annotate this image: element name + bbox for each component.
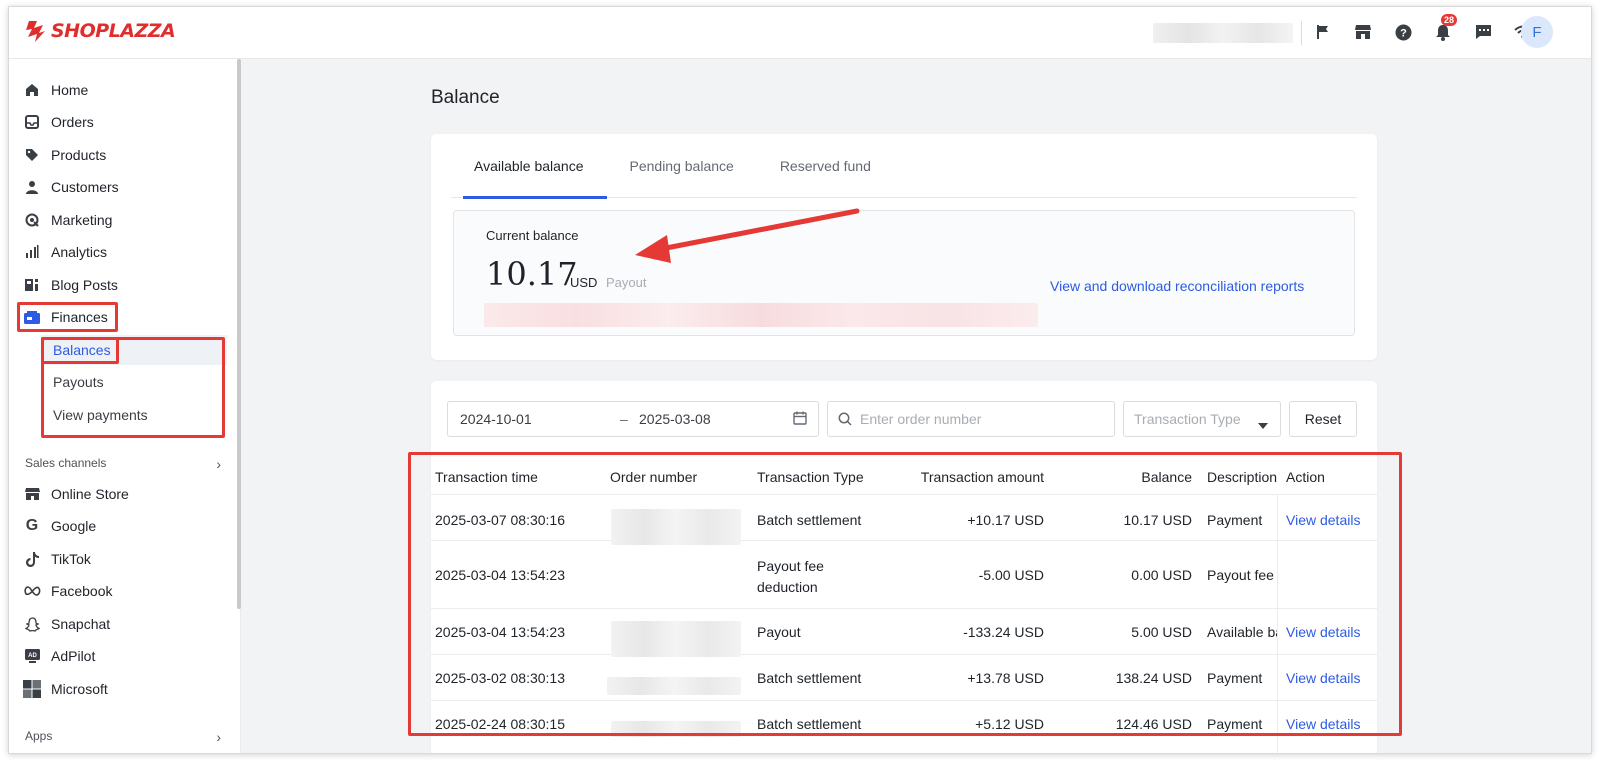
sidebar-item-facebook[interactable]: Facebook (9, 575, 229, 607)
sidebar-item-label: Online Store (51, 486, 129, 502)
balance-currency: USD (570, 275, 598, 290)
date-separator: – (620, 411, 628, 427)
bar-chart-icon (23, 243, 41, 261)
current-balance-amount: 10.17 (486, 255, 578, 293)
google-icon: G (25, 517, 39, 534)
payout-label[interactable]: Payout (606, 275, 646, 290)
app-window: SHOPLAZZA ? 28 F Home Orders Products Cu… (8, 6, 1592, 754)
home-icon (23, 81, 41, 99)
sidebar-item-marketing[interactable]: Marketing (9, 204, 229, 236)
store-icon[interactable] (1353, 21, 1373, 43)
sidebar-item-label: Microsoft (51, 681, 108, 697)
tag-icon (23, 146, 41, 164)
apps-label: Apps (25, 729, 53, 743)
transaction-type-placeholder: Transaction Type (1134, 411, 1241, 427)
current-balance-box: Current balance 10.17 USD Payout View an… (453, 210, 1355, 336)
store-name-redacted (1153, 23, 1293, 43)
transaction-type-select[interactable]: Transaction Type (1123, 401, 1281, 437)
sidebar-item-label: TikTok (51, 551, 91, 567)
sidebar-item-snapchat[interactable]: Snapchat (9, 608, 229, 640)
sidebar-item-label: Analytics (51, 244, 108, 260)
tab-pending-balance[interactable]: Pending balance (607, 134, 757, 198)
inbox-icon (23, 113, 41, 131)
chevron-right-icon: › (216, 456, 221, 472)
calendar-icon[interactable] (793, 411, 807, 428)
sidebar-item-label: Orders (51, 114, 94, 130)
sidebar-item-home[interactable]: Home (9, 74, 229, 106)
current-balance-label: Current balance (486, 228, 579, 243)
sidebar-item-tiktok[interactable]: TikTok (9, 543, 229, 575)
sidebar-item-adpilot[interactable]: AD AdPilot (9, 640, 229, 672)
sidebar-item-customers[interactable]: Customers (9, 171, 229, 203)
sidebar-item-label: Home (51, 82, 89, 98)
sidebar-item-online-store[interactable]: Online Store (9, 478, 229, 510)
annotation-arrow (635, 208, 860, 263)
store-icon (23, 485, 41, 503)
start-date[interactable]: 2024-10-01 (460, 411, 532, 427)
ghost-icon (23, 615, 41, 633)
search-placeholder: Enter order number (860, 411, 982, 427)
notification-badge: 28 (1441, 14, 1458, 26)
sidebar-item-google[interactable]: G Google (9, 510, 229, 542)
chevron-right-icon: › (216, 729, 221, 745)
brand-name: SHOPLAZZA (51, 20, 176, 42)
balance-tabs: Available balance Pending balance Reserv… (451, 134, 1357, 199)
tiktok-icon (23, 550, 41, 568)
sidebar-item-blog-posts[interactable]: Blog Posts (9, 269, 229, 301)
highlight-finance-submenu (41, 337, 225, 438)
svg-text:?: ? (1400, 27, 1407, 39)
page-title: Balance (431, 87, 500, 108)
sidebar-item-label: Google (51, 518, 97, 534)
top-bar: SHOPLAZZA ? 28 F (9, 7, 1591, 59)
flag-icon[interactable] (1313, 21, 1333, 43)
sidebar-item-products[interactable]: Products (9, 139, 229, 171)
meta-icon (23, 582, 41, 600)
sidebar-item-orders[interactable]: Orders (9, 106, 229, 138)
sidebar-item-microsoft[interactable]: Microsoft (9, 673, 229, 705)
brand-logo[interactable]: SHOPLAZZA (25, 19, 176, 43)
sidebar-item-label: Snapchat (51, 616, 111, 632)
search-icon (838, 412, 852, 426)
sidebar-item-label: Products (51, 147, 107, 163)
bell-icon[interactable]: 28 (1433, 14, 1458, 43)
tab-available-balance[interactable]: Available balance (451, 134, 607, 199)
help-icon[interactable]: ? (1393, 21, 1413, 43)
sales-channels-label: Sales channels (25, 456, 107, 470)
sidebar-item-label: Marketing (51, 212, 113, 228)
sales-channels-header[interactable]: Sales channels › (25, 456, 221, 472)
chat-icon[interactable] (1473, 21, 1493, 43)
sidebar-item-label: AdPilot (51, 648, 96, 664)
svg-text:AD: AD (28, 653, 37, 659)
reset-button[interactable]: Reset (1289, 401, 1357, 437)
sidebar-scrollbar[interactable] (237, 59, 241, 609)
sidebar-item-label: Customers (51, 179, 119, 195)
order-search-input[interactable]: Enter order number (827, 401, 1115, 437)
person-icon (23, 178, 41, 196)
megaphone-icon (23, 211, 41, 229)
balance-note-redacted (484, 303, 1038, 327)
sidebar-item-label: Blog Posts (51, 277, 118, 293)
shoplazza-logo-icon (26, 21, 45, 42)
tab-reserved-fund[interactable]: Reserved fund (757, 134, 894, 198)
highlight-transactions-table (408, 452, 1402, 736)
date-range-picker[interactable]: 2024-10-01 – 2025-03-08 (447, 401, 819, 437)
avatar[interactable]: F (1521, 16, 1553, 48)
adpilot-icon: AD (23, 647, 41, 665)
sidebar-item-label: Facebook (51, 583, 113, 599)
end-date[interactable]: 2025-03-08 (639, 411, 711, 427)
reconciliation-reports-link[interactable]: View and download reconciliation reports (1050, 278, 1304, 294)
balance-card: Available balance Pending balance Reserv… (431, 134, 1377, 360)
blog-icon (23, 276, 41, 294)
sidebar-item-analytics[interactable]: Analytics (9, 236, 229, 268)
microsoft-icon (23, 680, 41, 698)
highlight-finances (17, 302, 118, 332)
divider (1301, 21, 1302, 45)
caret-down-icon (1258, 416, 1268, 432)
apps-header[interactable]: Apps › (25, 729, 221, 745)
